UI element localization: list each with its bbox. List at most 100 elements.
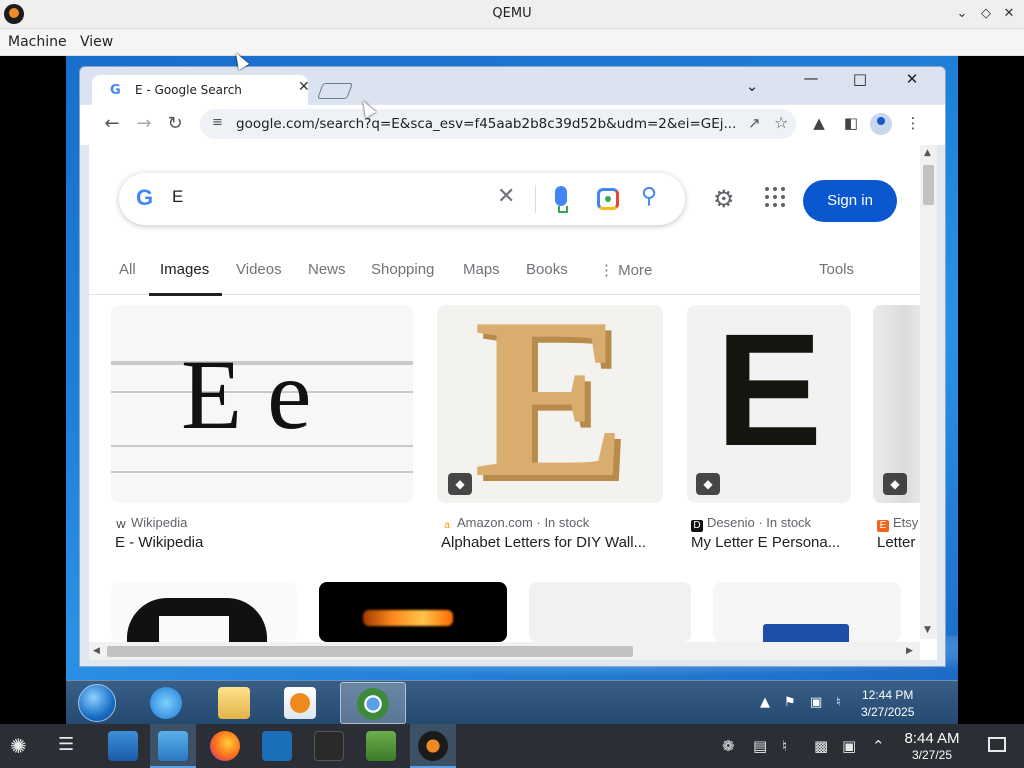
- vertical-scroll-thumb[interactable]: [923, 165, 934, 205]
- tray-arrow-icon[interactable]: ⌃: [872, 737, 885, 755]
- search-box[interactable]: G E ✕ ⚲: [119, 173, 685, 225]
- app-launcher-icon[interactable]: ✺: [10, 734, 27, 758]
- file-explorer-icon[interactable]: [218, 687, 250, 719]
- tab-tools[interactable]: Tools: [819, 261, 854, 278]
- result-source-name: Desenio: [707, 515, 755, 530]
- bookmark-star-icon[interactable]: ☆: [774, 113, 788, 132]
- network-icon[interactable]: ▣: [810, 695, 822, 710]
- tab-search-icon[interactable]: ⌄: [742, 77, 762, 95]
- host-date: 3/27/25: [911, 748, 953, 762]
- scroll-right-icon[interactable]: ▶: [906, 646, 913, 656]
- guest-clock[interactable]: 12:44 PM 3/27/2025: [861, 687, 914, 721]
- scroll-up-icon[interactable]: ▲: [924, 148, 931, 158]
- labs-flask-icon[interactable]: ▲: [808, 114, 830, 132]
- network-host-icon[interactable]: ▣: [842, 737, 856, 755]
- tab-more[interactable]: ⋮ More: [599, 261, 652, 279]
- image-result[interactable]: [111, 582, 297, 642]
- google-lens-icon[interactable]: [597, 188, 619, 210]
- active-task-files[interactable]: [150, 724, 196, 768]
- usb-device-icon[interactable]: ▩: [814, 737, 828, 755]
- shopping-tag-icon: ◆: [883, 473, 907, 495]
- internet-explorer-icon[interactable]: [150, 687, 182, 719]
- horizontal-scrollbar[interactable]: ◀ ▶: [89, 642, 920, 660]
- volume-muted-host-icon[interactable]: ♮: [782, 737, 787, 755]
- thumbnail-shape: [159, 616, 229, 642]
- tab-google-search[interactable]: G E - Google Search ✕: [92, 75, 310, 105]
- menu-view[interactable]: View: [80, 34, 113, 50]
- site-info-icon[interactable]: ≡: [212, 115, 223, 130]
- voice-search-icon[interactable]: [555, 186, 568, 213]
- qemu-window-title: QEMU: [492, 6, 532, 21]
- google-apps-icon[interactable]: [765, 187, 785, 207]
- result-source-name: Amazon.com: [457, 515, 533, 530]
- tab-all[interactable]: All: [119, 261, 136, 278]
- shopping-tag-icon: ◆: [696, 473, 720, 495]
- tab-books[interactable]: Books: [526, 261, 568, 278]
- horizontal-scroll-thumb[interactable]: [107, 646, 633, 657]
- result-thumbnail[interactable]: E ◆: [687, 305, 851, 503]
- tab-news[interactable]: News: [308, 261, 346, 278]
- forward-icon[interactable]: →: [132, 113, 156, 134]
- result-title[interactable]: E - Wikipedia: [115, 534, 203, 551]
- share-icon[interactable]: ↗: [748, 114, 761, 132]
- media-player-icon[interactable]: [284, 687, 316, 719]
- chrome-window: G E - Google Search ✕ ⌄ — □ ✕ ← → ↻ ≡ go…: [79, 66, 946, 667]
- result-thumbnail[interactable]: E e: [111, 305, 413, 503]
- separator-dot: ·: [754, 515, 767, 530]
- result-title[interactable]: Alphabet Letters for DIY Wall...: [441, 534, 646, 551]
- minimize-icon[interactable]: —: [801, 69, 821, 87]
- host-taskbar: ✺ ☰ ❁ ▤ ♮ ▩ ▣ ⌃ 8:44 AM 3/27/25: [0, 724, 1024, 768]
- active-task-qemu[interactable]: [410, 724, 456, 768]
- scroll-left-icon[interactable]: ◀: [93, 646, 100, 656]
- host-clock[interactable]: 8:44 AM 3/27/25: [896, 731, 968, 763]
- start-button[interactable]: [78, 684, 116, 722]
- software-center-icon[interactable]: [108, 731, 138, 761]
- profile-avatar-icon[interactable]: [870, 113, 892, 135]
- chevron-down-icon[interactable]: ⌄: [953, 4, 971, 24]
- kde-connect-icon[interactable]: ❁: [722, 737, 735, 755]
- show-desktop-icon[interactable]: [988, 737, 1006, 752]
- restore-icon[interactable]: ◇: [977, 4, 995, 24]
- result-title[interactable]: My Letter E Persona...: [691, 534, 840, 551]
- menu-kebab-icon[interactable]: ⋮: [902, 114, 924, 132]
- settings-gear-icon[interactable]: ⚙: [713, 185, 735, 213]
- tray-expand-icon[interactable]: ▲: [760, 695, 770, 710]
- clipboard-icon[interactable]: ▤: [753, 737, 767, 755]
- search-input[interactable]: E: [172, 187, 183, 207]
- back-icon[interactable]: ←: [100, 113, 124, 134]
- active-task-chrome[interactable]: [340, 682, 406, 724]
- clear-search-icon[interactable]: ✕: [497, 184, 515, 209]
- tab-close-icon[interactable]: ✕: [298, 79, 310, 95]
- firefox-icon[interactable]: [210, 731, 240, 761]
- window-close-icon[interactable]: ✕: [902, 70, 922, 88]
- maximize-icon[interactable]: □: [850, 70, 870, 88]
- address-bar[interactable]: ≡ google.com/search?q=E&sca_esv=f45aab2b…: [200, 109, 796, 139]
- result-stock: In stock: [544, 515, 590, 530]
- tab-maps[interactable]: Maps: [463, 261, 500, 278]
- terminal-icon[interactable]: [314, 731, 344, 761]
- tab-more-label: More: [618, 262, 653, 279]
- sign-in-button[interactable]: Sign in: [803, 180, 897, 222]
- image-result[interactable]: [713, 582, 901, 642]
- reload-icon[interactable]: ↻: [163, 113, 187, 134]
- result-title[interactable]: Letter: [877, 534, 915, 551]
- tab-images[interactable]: Images: [160, 261, 209, 278]
- tab-videos[interactable]: Videos: [236, 261, 282, 278]
- image-result[interactable]: [319, 582, 507, 642]
- search-icon[interactable]: ⚲: [641, 184, 657, 209]
- tab-shopping[interactable]: Shopping: [371, 261, 434, 278]
- vertical-scrollbar[interactable]: ▲ ▼: [920, 145, 937, 639]
- close-icon[interactable]: ✕: [1000, 4, 1018, 24]
- volume-muted-icon[interactable]: ♮: [836, 695, 841, 710]
- image-result[interactable]: [529, 582, 691, 642]
- writer-icon[interactable]: [262, 731, 292, 761]
- scroll-down-icon[interactable]: ▼: [924, 625, 931, 635]
- side-panel-icon[interactable]: ◧: [840, 114, 862, 132]
- menu-machine[interactable]: Machine: [8, 34, 67, 50]
- result-stock: In stock: [766, 515, 812, 530]
- system-monitor-icon[interactable]: [366, 731, 396, 761]
- result-thumbnail[interactable]: E ◆: [437, 305, 663, 503]
- action-center-icon[interactable]: ⚑: [784, 695, 796, 710]
- settings-sliders-icon[interactable]: ☰: [58, 734, 74, 755]
- new-tab-button[interactable]: [317, 83, 353, 99]
